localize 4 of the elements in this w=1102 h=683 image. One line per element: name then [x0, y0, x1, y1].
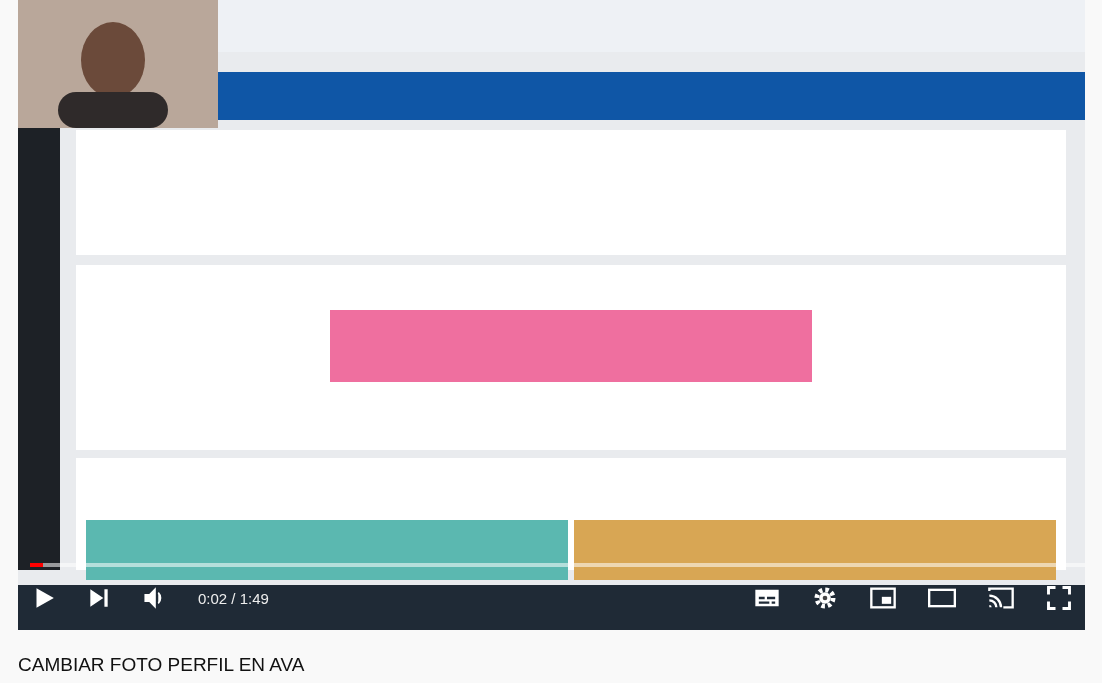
- video-time: 0:02 / 1:49: [198, 589, 269, 607]
- progress-bar[interactable]: [30, 563, 1085, 567]
- fullscreen-icon[interactable]: [1045, 584, 1073, 612]
- video-title: CAMBIAR FOTO PERFIL EN AVA: [17, 653, 306, 676]
